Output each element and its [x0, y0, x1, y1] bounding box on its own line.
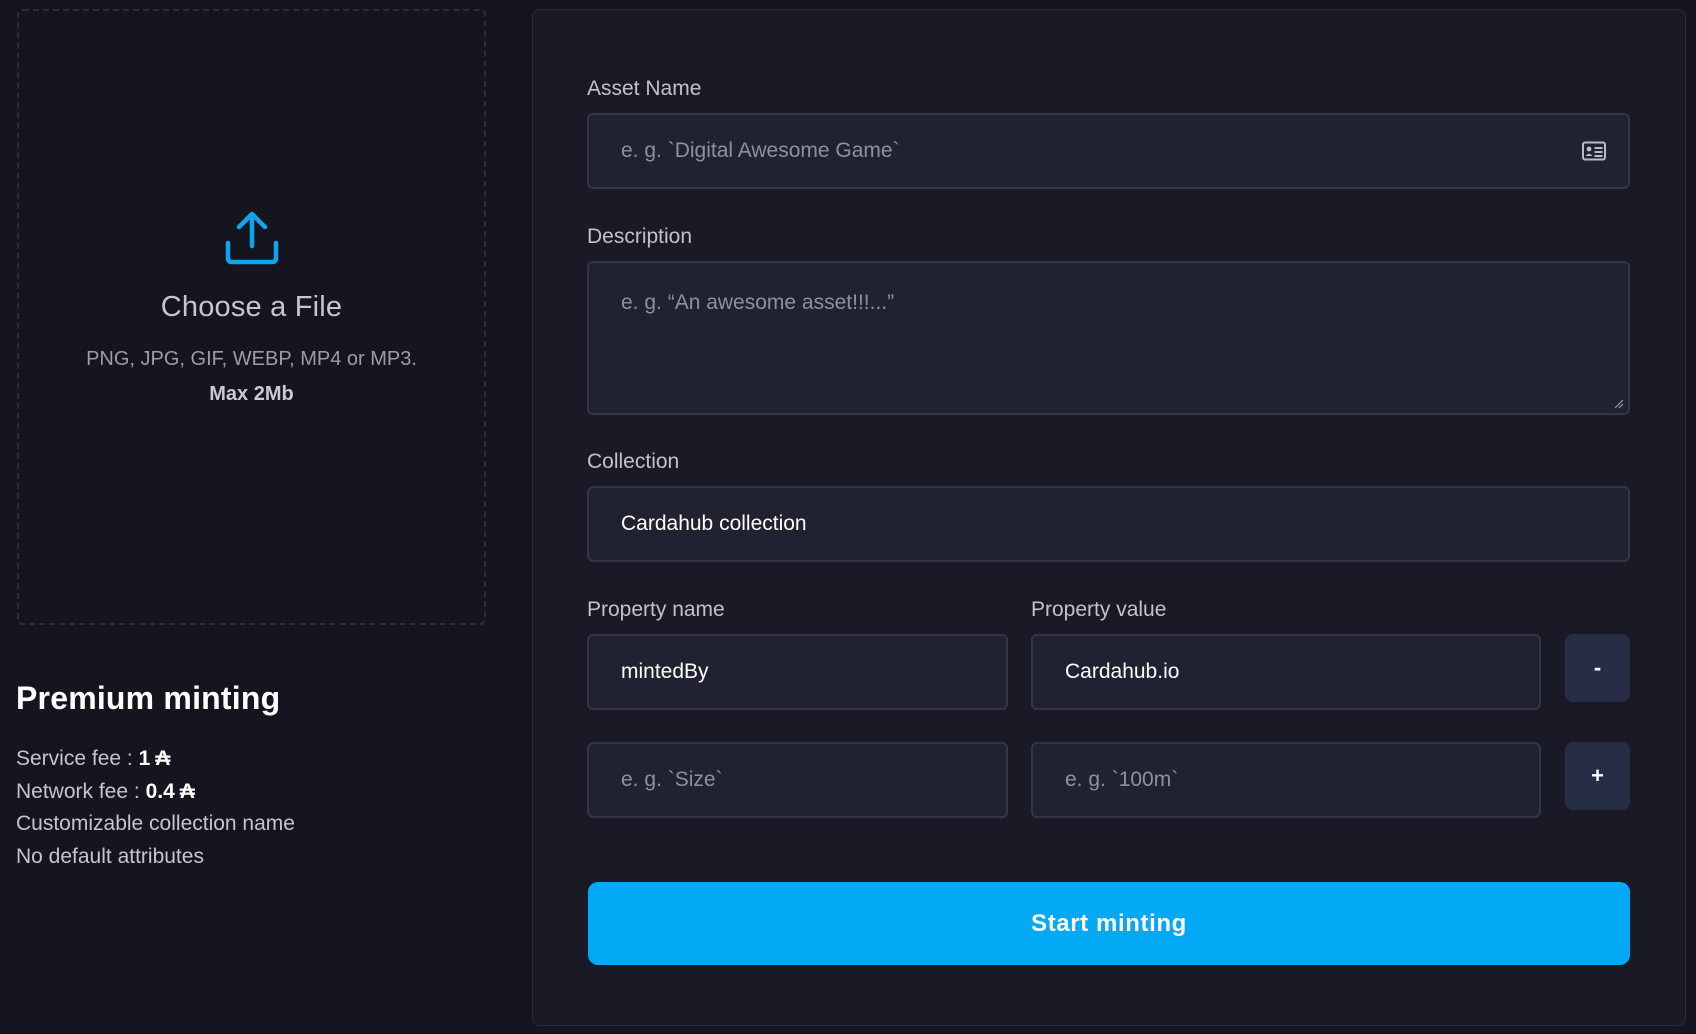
property-value-input[interactable]: Cardahub.io [1031, 634, 1541, 710]
asset-name-label: Asset Name [587, 77, 702, 100]
service-fee-label: Service fee : [16, 747, 139, 770]
id-card-icon[interactable] [1582, 141, 1606, 161]
description-textarea[interactable]: e. g. “An awesome asset!!!...” [587, 261, 1630, 415]
collection-input[interactable]: Cardahub collection [587, 486, 1630, 562]
feature-no-default-attributes: No default attributes [16, 844, 204, 868]
network-fee-label: Network fee : [16, 779, 146, 803]
asset-name-input[interactable]: e. g. `Digital Awesome Game` [587, 113, 1630, 189]
new-property-value-placeholder: e. g. `100m` [1065, 768, 1179, 791]
file-dropzone[interactable]: Choose a File PNG, JPG, GIF, WEBP, MP4 o… [17, 9, 486, 625]
property-name-value: mintedBy [621, 660, 709, 683]
resize-handle-icon[interactable] [1614, 399, 1624, 409]
ada-currency-icon: ₳ [155, 747, 171, 770]
collection-label: Collection [587, 450, 680, 473]
network-fee-row: Network fee : 0.4 ₳ [16, 776, 476, 809]
ada-currency-icon: ₳ [179, 779, 195, 803]
plus-icon: + [1591, 763, 1604, 788]
upload-icon [225, 211, 278, 265]
start-minting-button[interactable]: Start minting [588, 882, 1630, 965]
dropzone-title: Choose a File [160, 291, 343, 323]
description-label: Description [587, 225, 693, 248]
minus-icon: - [1593, 655, 1602, 680]
add-property-button[interactable]: + [1565, 742, 1630, 810]
property-value-value: Cardahub.io [1065, 660, 1180, 683]
dropzone-max-size: Max 2Mb [209, 383, 294, 405]
mint-form-panel: Asset Name e. g. `Digital Awesome Game` … [532, 9, 1686, 1026]
new-property-value-input[interactable]: e. g. `100m` [1031, 742, 1541, 818]
asset-name-placeholder: e. g. `Digital Awesome Game` [621, 139, 900, 162]
new-property-name-placeholder: e. g. `Size` [621, 768, 723, 791]
remove-property-button[interactable]: - [1565, 634, 1630, 702]
property-name-label: Property name [587, 598, 725, 621]
dropzone-file-types: PNG, JPG, GIF, WEBP, MP4 or MP3. [86, 348, 417, 370]
premium-feature-list: Service fee : 1 ₳ Network fee : 0.4 ₳ Cust… [16, 743, 476, 873]
mint-page: Choose a File PNG, JPG, GIF, WEBP, MP4 o… [0, 0, 1696, 1034]
premium-minting-info: Premium minting Service fee : 1 ₳ Network… [16, 680, 476, 873]
premium-title: Premium minting [16, 680, 281, 716]
property-value-label: Property value [1031, 598, 1167, 621]
service-fee-value: 1 [138, 747, 151, 770]
start-minting-label: Start minting [1031, 909, 1187, 937]
network-fee-value: 0.4 [145, 779, 175, 803]
description-placeholder: e. g. “An awesome asset!!!...” [621, 291, 895, 314]
collection-value: Cardahub collection [621, 512, 807, 535]
feature-custom-collection: Customizable collection name [16, 812, 295, 835]
property-name-input[interactable]: mintedBy [587, 634, 1008, 710]
new-property-name-input[interactable]: e. g. `Size` [587, 742, 1008, 818]
service-fee-row: Service fee : 1 ₳ [16, 743, 476, 776]
